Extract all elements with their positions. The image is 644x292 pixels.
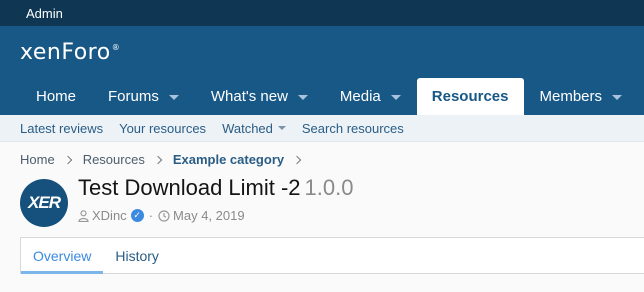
sub-nav: Latest reviews Your resources Watched Se… [0, 115, 644, 142]
author-name[interactable]: XDinc [92, 208, 127, 223]
nav-tab-label: Members [539, 88, 603, 105]
subnav-label: Search resources [301, 120, 404, 136]
tab-label: History [115, 247, 159, 264]
breadcrumb-home[interactable]: Home [20, 152, 55, 167]
subnav-your-resources[interactable]: Your resources [119, 121, 206, 136]
page-content: Home Resources Example category XER Test… [0, 142, 644, 292]
resource-icon[interactable]: XER [20, 179, 68, 227]
chevron-right-icon [153, 155, 163, 164]
site-header: xenForo® [0, 26, 644, 78]
resource-title-block: Test Download Limit -2 1.0.0 XDinc ✓ · Ma… [78, 174, 353, 223]
subnav-watched[interactable]: Watched [222, 121, 286, 136]
nav-tab-label: Media [339, 88, 381, 105]
main-nav: Home Forums What's new Media Resources M… [0, 78, 644, 115]
resource-icon-text: XER [28, 193, 61, 212]
subnav-label: Your resources [119, 120, 207, 136]
logo-registered-mark: ® [111, 43, 121, 53]
meta-separator: · [148, 208, 154, 223]
resource-tabs: Overview History [20, 237, 644, 274]
nav-tab-forums[interactable]: Forums [92, 78, 195, 115]
resource-date[interactable]: May 4, 2019 [173, 208, 245, 223]
clock-icon [158, 209, 170, 222]
subnav-label: Watched [222, 120, 273, 136]
nav-tab-label: Home [36, 88, 77, 105]
user-icon [78, 209, 89, 222]
chevron-right-icon [63, 155, 72, 164]
breadcrumb-resources[interactable]: Resources [83, 152, 145, 167]
nav-tab-label: Forums [108, 88, 159, 105]
chevron-down-icon[interactable] [297, 94, 308, 100]
admin-link[interactable]: Admin [26, 6, 63, 21]
chevron-down-icon[interactable] [612, 94, 623, 100]
resource-header: XER Test Download Limit -2 1.0.0 XDinc ✓ … [20, 174, 644, 227]
nav-tab-media[interactable]: Media [324, 78, 417, 115]
breadcrumb-category[interactable]: Example category [173, 152, 284, 167]
resource-title: Test Download Limit -2 [78, 175, 301, 200]
subnav-search-resources[interactable]: Search resources [302, 121, 404, 136]
nav-tab-home[interactable]: Home [20, 78, 92, 115]
verified-badge-icon: ✓ [130, 209, 144, 222]
subnav-label: Latest reviews [20, 120, 104, 136]
chevron-down-icon[interactable] [168, 94, 179, 100]
chevron-right-icon [292, 155, 302, 164]
admin-bar: Admin [0, 0, 644, 26]
tab-history[interactable]: History [103, 238, 171, 273]
tab-label: Overview [33, 247, 92, 264]
chevron-down-icon[interactable] [390, 94, 401, 100]
breadcrumb: Home Resources Example category [20, 142, 644, 174]
nav-tab-label: Resources [431, 88, 509, 105]
page-title: Test Download Limit -2 1.0.0 [78, 174, 353, 202]
chevron-down-icon[interactable] [277, 126, 286, 130]
resource-meta: XDinc ✓ · May 4, 2019 [78, 208, 353, 223]
nav-tab-whats-new[interactable]: What's new [195, 78, 324, 115]
nav-tab-resources[interactable]: Resources [416, 78, 524, 115]
logo-text: xenForo [20, 39, 111, 65]
nav-tab-label: What's new [210, 88, 288, 105]
resource-version: 1.0.0 [304, 175, 354, 200]
subnav-latest-reviews[interactable]: Latest reviews [20, 121, 103, 136]
tab-overview[interactable]: Overview [21, 238, 104, 274]
nav-tab-members[interactable]: Members [524, 78, 639, 115]
site-logo[interactable]: xenForo® [20, 40, 120, 65]
